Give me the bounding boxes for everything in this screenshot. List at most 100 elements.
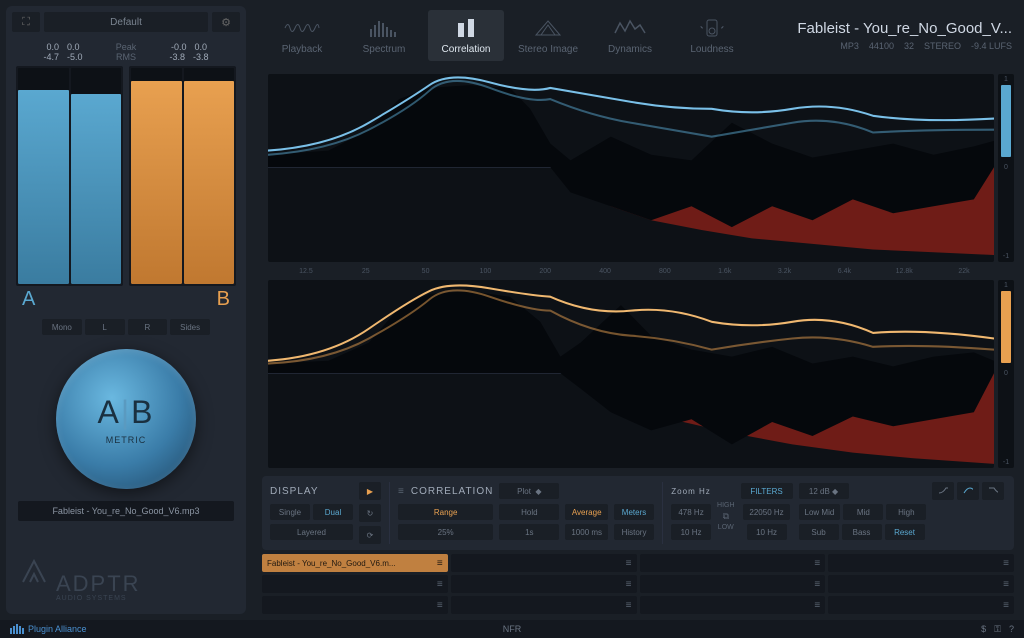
slot-7[interactable]: ≡ xyxy=(640,575,826,593)
slot-menu-icon[interactable]: ≡ xyxy=(814,558,820,569)
dollar-icon[interactable]: $ xyxy=(981,624,986,635)
meter-area: 0.00.0 Peak -0.00.0 -4.7-5.0 RMS -3.8-3.… xyxy=(6,38,246,317)
snapshot-icon[interactable]: ⛶ xyxy=(12,12,40,32)
band-lowmid[interactable]: Low Mid xyxy=(799,504,841,520)
filter-highpass-icon[interactable] xyxy=(982,482,1004,500)
average-button[interactable]: Average xyxy=(565,504,608,520)
range-value[interactable]: 25% xyxy=(398,524,493,540)
pa-icon xyxy=(10,624,24,634)
refresh-button[interactable]: ⟳ xyxy=(359,526,381,544)
slot-4[interactable]: ≡ xyxy=(828,554,1014,572)
link-icon[interactable]: ⧉ xyxy=(723,511,729,522)
plot-dropdown[interactable]: Plot ◆ xyxy=(499,483,559,499)
band-reset[interactable]: Reset xyxy=(885,524,925,540)
hold-button[interactable]: Hold xyxy=(499,504,559,520)
slot-menu-icon[interactable]: ≡ xyxy=(1003,600,1009,611)
slot-6[interactable]: ≡ xyxy=(451,575,637,593)
low-fine[interactable]: 10 Hz xyxy=(747,524,787,540)
band-mid[interactable]: Mid xyxy=(843,504,883,520)
tab-playback[interactable]: Playback xyxy=(264,10,340,61)
display-single-button[interactable]: Single xyxy=(270,504,310,520)
display-dual-button[interactable]: Dual xyxy=(313,504,353,520)
header: Playback Spectrum Correlation Stereo Ima… xyxy=(252,0,1024,70)
slot-11[interactable]: ≡ xyxy=(640,596,826,614)
slot-5[interactable]: ≡ xyxy=(262,575,448,593)
monitor-mono[interactable]: Mono xyxy=(42,319,82,335)
menu-icon[interactable]: ≡ xyxy=(398,486,405,497)
slot-menu-icon[interactable]: ≡ xyxy=(1003,579,1009,590)
loaded-file[interactable]: Fableist - You_re_No_Good_V6.mp3 xyxy=(18,501,234,521)
preset-name[interactable]: Default xyxy=(44,12,208,32)
slot-8[interactable]: ≡ xyxy=(828,575,1014,593)
correlation-graph-a[interactable] xyxy=(268,74,994,262)
monitor-right[interactable]: R xyxy=(128,319,168,335)
band-sub[interactable]: Sub xyxy=(799,524,839,540)
range-button[interactable]: Range xyxy=(398,504,493,520)
history-button[interactable]: History xyxy=(614,524,654,540)
monitor-buttons: Mono L R Sides xyxy=(6,317,246,337)
correlation-scale-a: 1 0 -1 xyxy=(998,74,1014,262)
slot-10[interactable]: ≡ xyxy=(451,596,637,614)
slot-menu-icon[interactable]: ≡ xyxy=(814,579,820,590)
average-value[interactable]: 1000 ms xyxy=(565,524,608,540)
spectrum-icon xyxy=(369,16,399,40)
tab-stereo[interactable]: Stereo Image xyxy=(510,10,586,61)
loop-button[interactable]: ↻ xyxy=(359,504,381,522)
tab-spectrum[interactable]: Spectrum xyxy=(346,10,422,61)
peak-label: Peak xyxy=(110,42,142,52)
low-hz[interactable]: 22050 Hz xyxy=(743,504,789,520)
high-fine[interactable]: 10 Hz xyxy=(671,524,711,540)
correlation-label: CORRELATION xyxy=(411,486,494,497)
slot-menu-icon[interactable]: ≡ xyxy=(1003,558,1009,569)
track-samplerate: 44100 xyxy=(869,41,894,51)
monitor-sides[interactable]: Sides xyxy=(170,319,210,335)
dynamics-icon xyxy=(613,16,647,40)
slot-12[interactable]: ≡ xyxy=(828,596,1014,614)
a-label: A xyxy=(16,288,123,311)
correlation-icon xyxy=(454,16,478,40)
meter-b xyxy=(129,66,236,286)
slot-filename: Fableist - You_re_No_Good_V6.m... xyxy=(267,559,396,568)
slot-menu-icon[interactable]: ≡ xyxy=(626,600,632,611)
filter-db-dropdown[interactable]: 12 dB ◆ xyxy=(799,483,849,499)
tab-correlation[interactable]: Correlation xyxy=(428,10,504,61)
filter-bandpass-icon[interactable] xyxy=(957,482,979,500)
slot-menu-icon[interactable]: ≡ xyxy=(437,558,443,569)
meters-button[interactable]: Meters xyxy=(614,504,654,520)
hold-value[interactable]: 1s xyxy=(499,524,559,540)
filter-lowpass-icon[interactable] xyxy=(932,482,954,500)
key-icon[interactable]: ⚿ xyxy=(994,624,1001,635)
a-rms-r: -5.0 xyxy=(67,52,83,62)
display-layered-button[interactable]: Layered xyxy=(270,524,353,540)
band-bass[interactable]: Bass xyxy=(842,524,882,540)
play-button[interactable]: ▶ xyxy=(359,482,381,500)
plugin-alliance-link[interactable]: Plugin Alliance xyxy=(10,624,87,634)
frequency-axis: 12.525501002004008001.6k3.2k6.4k12.8k22k xyxy=(268,264,1014,278)
ab-toggle-knob[interactable]: A|B METRIC xyxy=(56,349,196,489)
slot-1[interactable]: Fableist - You_re_No_Good_V6.m... ≡ xyxy=(262,554,448,572)
stereo-icon xyxy=(533,16,563,40)
help-icon[interactable]: ? xyxy=(1009,624,1014,635)
slot-3[interactable]: ≡ xyxy=(640,554,826,572)
controls-panel: DISPLAY Single Dual Layered ▶ ↻ ⟳ ≡ CORRE… xyxy=(262,476,1014,550)
main-area: Playback Spectrum Correlation Stereo Ima… xyxy=(252,0,1024,620)
filters-button[interactable]: FILTERS xyxy=(741,483,793,499)
brand-logo: ADPTR xyxy=(56,571,234,597)
tab-loudness[interactable]: Loudness xyxy=(674,10,750,61)
slot-menu-icon[interactable]: ≡ xyxy=(814,600,820,611)
high-hz[interactable]: 478 Hz xyxy=(671,504,711,520)
correlation-graph-b[interactable] xyxy=(268,280,994,468)
band-high[interactable]: High xyxy=(886,504,926,520)
slot-2[interactable]: ≡ xyxy=(451,554,637,572)
tab-dynamics[interactable]: Dynamics xyxy=(592,10,668,61)
slot-9[interactable]: ≡ xyxy=(262,596,448,614)
slot-menu-icon[interactable]: ≡ xyxy=(626,558,632,569)
slot-menu-icon[interactable]: ≡ xyxy=(437,579,443,590)
monitor-left[interactable]: L xyxy=(85,319,125,335)
slot-menu-icon[interactable]: ≡ xyxy=(626,579,632,590)
low-label: LOW xyxy=(718,524,734,531)
display-label: DISPLAY xyxy=(270,482,353,500)
slot-menu-icon[interactable]: ≡ xyxy=(437,600,443,611)
settings-icon[interactable]: ⚙ xyxy=(212,12,240,32)
b-peak-r: 0.0 xyxy=(195,42,208,52)
